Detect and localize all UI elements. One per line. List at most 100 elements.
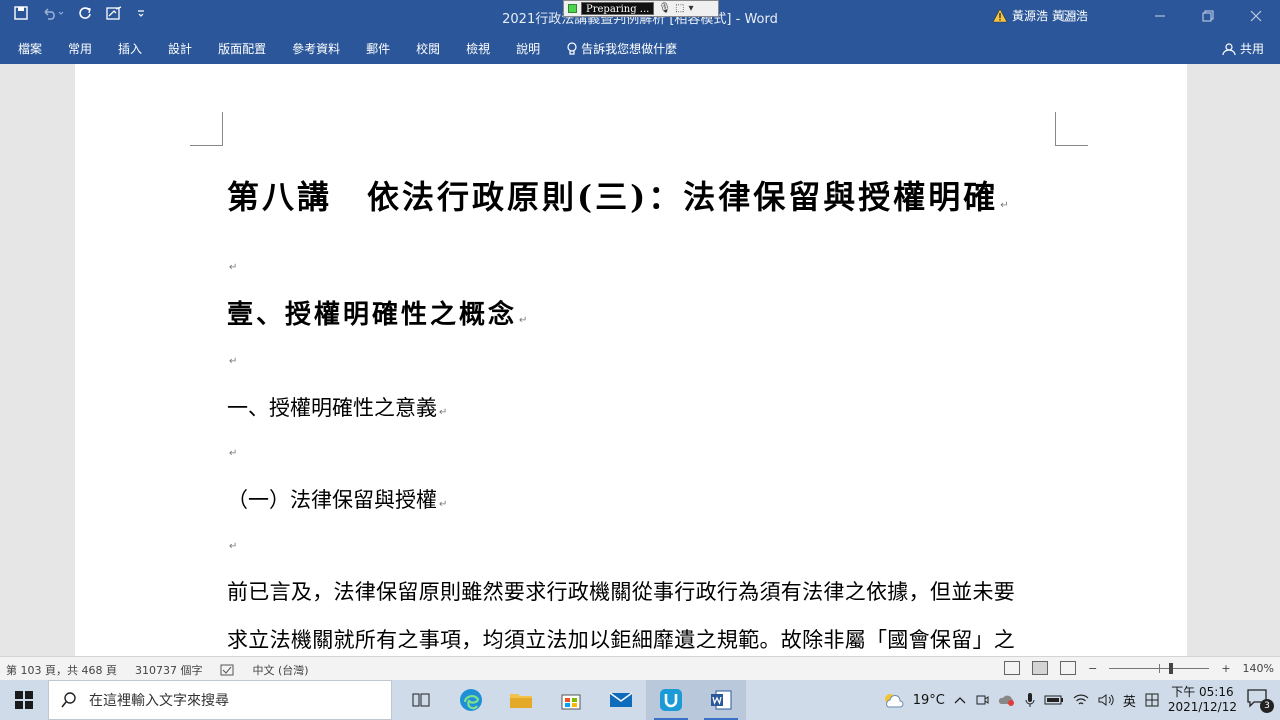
zoom-slider[interactable] — [1109, 661, 1210, 675]
tab-layout[interactable]: 版面配置 — [218, 40, 266, 57]
taskbar-store[interactable] — [546, 680, 596, 720]
heading-1-text: 壹、授權明確性之概念 — [227, 300, 518, 330]
weather-cloud-icon[interactable] — [882, 692, 904, 708]
tab-help[interactable]: 說明 — [516, 40, 540, 57]
document-title[interactable]: 第八講 依法行政原則(三)：法律保留與授權明確 ↵ — [227, 172, 1009, 218]
tab-review[interactable]: 校閱 — [416, 40, 440, 57]
paragraph-mark: ↵ — [439, 407, 448, 418]
document-page[interactable]: 第八講 依法行政原則(三)：法律保留與授權明確 ↵ ↵ 壹、授權明確性之概念 ↵ ↵… — [75, 64, 1187, 656]
word-count[interactable]: 310737 個字 — [135, 662, 203, 678]
zoom-in-button[interactable]: + — [1221, 662, 1230, 675]
search-icon — [61, 692, 76, 708]
taskbar-apps — [396, 680, 746, 720]
zoom-out-button[interactable]: − — [1088, 662, 1097, 675]
u-app-icon — [660, 689, 682, 711]
tell-me-search[interactable]: 告訴我您想做什麼 — [566, 40, 677, 57]
tab-view[interactable]: 檢視 — [466, 40, 490, 57]
volume-icon[interactable] — [1098, 693, 1114, 707]
proofing-icon[interactable] — [220, 664, 234, 676]
page-count[interactable]: 第 103 頁，共 468 頁 — [6, 662, 117, 678]
notification-center[interactable]: 3 — [1246, 687, 1274, 713]
taskbar-mail[interactable] — [596, 680, 646, 720]
status-bar: 第 103 頁，共 468 頁 310737 個字 中文 (台灣) − + 14… — [0, 656, 1280, 680]
minimize-button[interactable] — [1136, 0, 1184, 32]
screen-recorder-widget[interactable]: Preparing ... 🎙 ⬚ ▾ — [563, 0, 719, 17]
task-view-icon — [412, 693, 430, 707]
print-layout-icon[interactable] — [1032, 661, 1049, 675]
taskbar-edge[interactable] — [446, 680, 496, 720]
zoom-level[interactable]: 140% — [1243, 662, 1274, 675]
wifi-icon[interactable] — [1073, 693, 1089, 707]
tab-home[interactable]: 常用 — [68, 40, 92, 57]
ime-indicator[interactable]: 英 — [1123, 691, 1136, 710]
lightbulb-icon — [567, 41, 577, 55]
document-workspace[interactable]: 第八講 依法行政原則(三)：法律保留與授權明確 ↵ ↵ 壹、授權明確性之概念 ↵ ↵… — [0, 64, 1280, 656]
web-layout-icon[interactable] — [1060, 661, 1077, 675]
close-button[interactable] — [1232, 0, 1280, 32]
language-indicator[interactable]: 中文 (台灣) — [252, 662, 308, 678]
region-select-icon[interactable]: ⬚ — [675, 3, 684, 14]
edge-icon — [460, 689, 482, 711]
taskbar-u-app[interactable] — [646, 680, 696, 720]
share-button[interactable]: 共用 — [1222, 40, 1264, 57]
heading-2[interactable]: 一、授權明確性之意義 ↵ — [227, 392, 447, 422]
tab-design[interactable]: 設計 — [168, 40, 192, 57]
empty-paragraph-mark: ↵ — [229, 356, 238, 367]
read-mode-icon[interactable] — [1004, 661, 1021, 675]
window-controls — [1046, 0, 1280, 32]
taskbar-file-explorer[interactable] — [496, 680, 546, 720]
recorder-menu-icon[interactable]: ▾ — [688, 3, 693, 14]
body-text-line-2[interactable]: 求立法機關就所有之事項，均須立法加以鉅細靡遺之規範。故除非屬「國會保留」之 — [227, 624, 1015, 654]
zoom-thumb[interactable] — [1169, 663, 1174, 674]
title-bar: 2021行政法講義暨判例解析 [相容模式] - Word Preparing .… — [0, 0, 1280, 32]
windows-logo-icon — [15, 691, 33, 709]
chevron-up-icon[interactable] — [954, 695, 966, 705]
minimize-icon — [1155, 15, 1165, 17]
body-text-line-1[interactable]: 前已言及，法律保留原則雖然要求行政機關從事行政行為須有法律之依據，但並未要 — [227, 576, 1015, 606]
clock-date: 2021/12/12 — [1167, 700, 1237, 714]
heading-2-text: 一、授權明確性之意義 — [227, 396, 437, 420]
document-title-text: 第八講 依法行政原則(三)：法律保留與授權明確 — [227, 178, 999, 216]
clock[interactable]: 下午 05:16 2021/12/12 — [1168, 685, 1237, 715]
clock-time: 下午 05:16 — [1171, 685, 1234, 699]
ribbon-tab-bar: 檔案 常用 插入 設計 版面配置 參考資料 郵件 校閱 檢視 說明 告訴我您想做… — [0, 32, 1280, 64]
folder-icon — [510, 694, 532, 708]
taskbar-word[interactable] — [696, 680, 746, 720]
share-label: 共用 — [1239, 42, 1264, 56]
heading-3[interactable]: （一）法律保留與授權 ↵ — [227, 484, 447, 514]
empty-paragraph-mark: ↵ — [229, 448, 238, 459]
weather-temp[interactable]: 19°C — [913, 693, 945, 708]
restore-button[interactable] — [1184, 0, 1232, 32]
task-view-button[interactable] — [396, 680, 446, 720]
heading-3-text: （一）法律保留與授權 — [227, 488, 437, 512]
paragraph-mark: ↵ — [519, 315, 528, 326]
crop-mark-top-left-h — [190, 145, 223, 146]
tab-file[interactable]: 檔案 — [18, 40, 42, 57]
warning-icon — [992, 7, 1008, 22]
meet-icon[interactable] — [975, 693, 989, 707]
ribbon-display-options-button[interactable] — [1046, 0, 1092, 32]
heading-1[interactable]: 壹、授權明確性之概念 ↵ — [227, 294, 527, 331]
status-bar-left: 第 103 頁，共 468 頁 310737 個字 中文 (台灣) — [6, 662, 309, 678]
taskbar-search[interactable]: 在這裡輸入文字來搜尋 — [48, 680, 392, 720]
mail-icon — [609, 692, 633, 707]
search-placeholder: 在這裡輸入文字來搜尋 — [89, 693, 229, 709]
ime-mode-icon[interactable] — [1145, 693, 1159, 707]
taskbar: 在這裡輸入文字來搜尋 19°C 英 下午 05:16 2021/12/12 3 — [0, 680, 1280, 720]
tell-me-label: 告訴我您想做什麼 — [581, 42, 678, 56]
start-button[interactable] — [0, 680, 48, 720]
record-status-icon — [568, 4, 577, 13]
ribbon-display-icon — [1062, 10, 1076, 22]
tab-insert[interactable]: 插入 — [118, 40, 142, 57]
paragraph-mark: ↵ — [1000, 200, 1009, 211]
paragraph-mark: ↵ — [439, 499, 448, 510]
battery-icon[interactable] — [1044, 694, 1064, 706]
tab-mailings[interactable]: 郵件 — [366, 40, 390, 57]
crop-mark-top-right-h — [1055, 145, 1088, 146]
ribbon-tabs: 檔案 常用 插入 設計 版面配置 參考資料 郵件 校閱 檢視 說明 告訴我您想做… — [18, 40, 703, 57]
microphone-icon[interactable] — [1025, 692, 1035, 708]
onedrive-icon[interactable] — [998, 693, 1016, 707]
word-count-text: 310737 個字 — [134, 664, 203, 677]
tab-references[interactable]: 參考資料 — [292, 40, 340, 57]
microphone-icon[interactable]: 🎙 — [658, 3, 671, 14]
